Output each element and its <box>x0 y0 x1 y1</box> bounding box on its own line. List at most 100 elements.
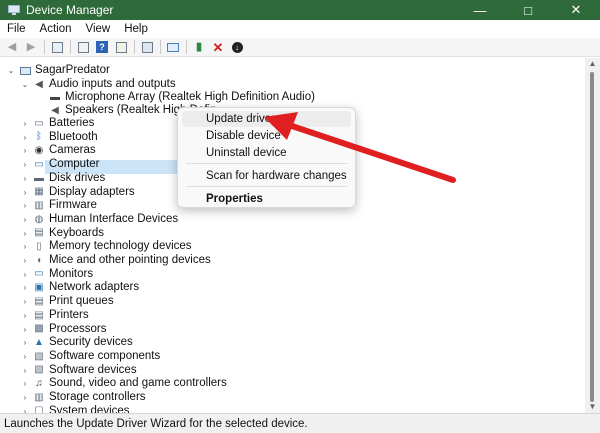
close-button[interactable]: ✕ <box>552 0 600 20</box>
tree-root[interactable]: ⌄ SagarPredator <box>6 64 110 78</box>
forward-icon[interactable]: ▶ <box>23 40 39 55</box>
tree-item-category[interactable]: › ▥ Firmware <box>20 199 97 213</box>
expand-icon[interactable]: › <box>20 199 30 213</box>
context-menu: Update driver Disable device Uninstall d… <box>177 107 356 208</box>
scroll-up-icon[interactable]: ▲ <box>585 58 600 70</box>
tree-item-category[interactable]: › ◖ Mice and other pointing devices <box>20 254 211 268</box>
expand-icon[interactable]: › <box>20 391 30 405</box>
menu-view[interactable]: View <box>79 23 118 35</box>
menu-bar: File Action View Help <box>0 20 600 38</box>
tree-item-category[interactable]: › ◍ Human Interface Devices <box>20 213 178 227</box>
tree-item-label: Firmware <box>49 199 97 212</box>
update-driver-icon[interactable]: ▮ <box>191 40 207 55</box>
tree-item-category[interactable]: › ▤ Keyboards <box>20 227 104 241</box>
tree-item-microphone[interactable]: ▬ Microphone Array (Realtek High Definit… <box>36 91 315 105</box>
menu-help[interactable]: Help <box>117 23 155 35</box>
tree-item-label: Batteries <box>49 117 95 129</box>
expand-icon[interactable]: › <box>20 131 30 145</box>
collapse-icon[interactable]: ⌄ <box>20 78 30 92</box>
tree-item-label: Print queues <box>49 295 114 308</box>
device-manager-icon <box>8 5 20 15</box>
tree-item-category[interactable]: › ▭ Computer <box>20 158 100 172</box>
expand-icon[interactable]: › <box>20 377 30 391</box>
expand-icon[interactable]: › <box>20 281 30 295</box>
tree-item-label: System devices <box>49 404 130 413</box>
expand-icon[interactable]: › <box>20 336 30 350</box>
expand-icon[interactable]: › <box>20 268 30 282</box>
back-icon[interactable]: ◀ <box>4 40 20 55</box>
tree-item-label: Sound, video and game controllers <box>49 377 227 390</box>
tree-item-category[interactable]: › ▥ Storage controllers <box>20 391 146 405</box>
tree-item-category[interactable]: › ▤ Print queues <box>20 295 114 309</box>
expand-icon[interactable]: › <box>20 240 30 254</box>
toolbar: ◀ ▶ ? ▮ ✕ ↓ <box>0 38 600 57</box>
tree-item-category[interactable]: › ♫ Sound, video and game controllers <box>20 377 227 391</box>
tree-item-audio[interactable]: ⌄ ◀ Audio inputs and outputs <box>20 78 176 92</box>
update-driver-menu-item[interactable]: Update driver <box>182 111 351 127</box>
scan-hardware-menu-item[interactable]: Scan for hardware changes <box>182 168 351 184</box>
tree-item-category[interactable]: › ▢ System devices <box>20 405 130 413</box>
tree-item-category[interactable]: › ▲ Security devices <box>20 336 133 350</box>
scroll-thumb[interactable] <box>590 72 594 402</box>
speaker-icon: ◀ <box>35 78 43 90</box>
sound-icon: ♫ <box>35 378 43 390</box>
status-text: Launches the Update Driver Wizard for th… <box>4 417 308 430</box>
minimize-button[interactable]: — <box>456 0 504 20</box>
show-hide-console-tree-icon[interactable] <box>49 40 65 55</box>
expand-icon[interactable]: › <box>20 364 30 378</box>
tree-item-category[interactable]: › ◉ Cameras <box>20 144 96 158</box>
show-hidden-icon[interactable] <box>113 40 129 55</box>
tree-item-category[interactable]: › ▩ Processors <box>20 323 107 337</box>
keyboard-icon: ▤ <box>34 227 44 239</box>
software-icon: ▧ <box>34 364 44 376</box>
tree-item-category[interactable]: › ▯ Memory technology devices <box>20 240 192 254</box>
expand-icon[interactable]: › <box>20 144 30 158</box>
properties-menu-item[interactable]: Properties <box>182 191 351 207</box>
display-adapter-icon: ▦ <box>34 186 44 198</box>
tree-item-category[interactable]: › ▦ Display adapters <box>20 186 135 200</box>
expand-icon[interactable]: › <box>20 405 30 413</box>
security-icon: ▲ <box>34 336 44 348</box>
expand-icon[interactable]: › <box>20 350 30 364</box>
expand-icon[interactable]: › <box>20 254 30 268</box>
menu-action[interactable]: Action <box>33 23 79 35</box>
vertical-scrollbar[interactable]: ▲ ▼ <box>585 58 600 413</box>
collapse-icon[interactable]: ⌄ <box>6 64 16 78</box>
tree-item-category[interactable]: › ▬ Disk drives <box>20 172 106 186</box>
maximize-button[interactable]: □ <box>504 0 552 20</box>
tree-item-category[interactable]: › ▭ Batteries <box>20 117 95 131</box>
expand-icon[interactable]: › <box>20 213 30 227</box>
disk-icon: ▬ <box>34 172 44 184</box>
expand-icon[interactable]: › <box>20 117 30 131</box>
properties-icon[interactable] <box>75 40 91 55</box>
expand-icon[interactable]: › <box>20 323 30 337</box>
tree-item-category[interactable]: › ▧ Software devices <box>20 364 137 378</box>
toolbar-separator <box>44 40 45 54</box>
expand-icon[interactable]: › <box>20 172 30 186</box>
disable-device-menu-item[interactable]: Disable device <box>182 128 351 144</box>
tree-item-label: Cameras <box>49 144 96 157</box>
print-icon[interactable] <box>139 40 155 55</box>
tree-item-category[interactable]: › ᛒ Bluetooth <box>20 131 98 145</box>
tree-item-label: Memory technology devices <box>49 240 192 253</box>
scroll-down-icon[interactable]: ▼ <box>585 401 600 413</box>
scan-hardware-icon[interactable] <box>165 40 181 55</box>
uninstall-device-menu-item[interactable]: Uninstall device <box>182 145 351 161</box>
tree-item-label: Network adapters <box>49 281 140 294</box>
expand-icon[interactable]: › <box>20 227 30 241</box>
expand-icon[interactable]: › <box>20 158 30 172</box>
expand-icon[interactable]: › <box>20 295 30 309</box>
disable-device-icon[interactable]: ↓ <box>229 40 245 55</box>
expand-icon[interactable]: › <box>20 309 30 323</box>
help-icon[interactable]: ? <box>94 40 110 55</box>
tree-item-category[interactable]: › ▤ Printers <box>20 309 89 323</box>
tree-item-category[interactable]: › ▣ Network adapters <box>20 281 139 295</box>
tree-item-label: Printers <box>49 308 89 321</box>
tree-item-label: Software components <box>49 349 161 362</box>
expand-icon[interactable]: › <box>20 186 30 200</box>
menu-file[interactable]: File <box>0 23 33 35</box>
tree-item-category[interactable]: › ▧ Software components <box>20 349 161 364</box>
uninstall-device-icon[interactable]: ✕ <box>210 40 226 55</box>
toolbar-separator <box>186 40 187 54</box>
tree-item-category[interactable]: › ▭ Monitors <box>20 268 93 282</box>
